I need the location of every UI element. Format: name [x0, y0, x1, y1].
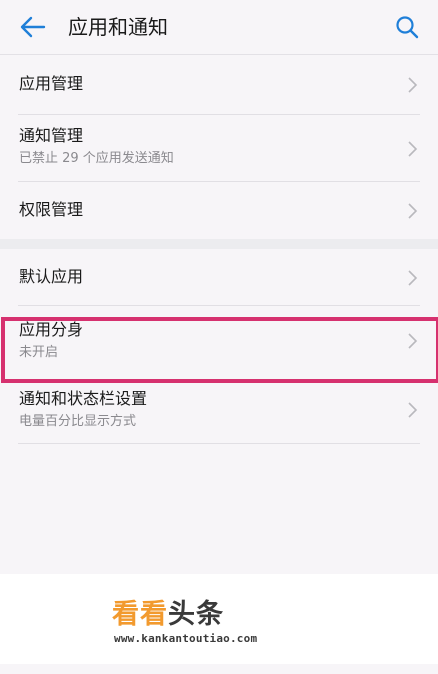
setting-default-apps[interactable]: 默认应用: [0, 249, 438, 306]
setting-notification-statusbar[interactable]: 通知和状态栏设置 电量百分比显示方式: [0, 378, 438, 444]
arrow-left-icon: [20, 16, 46, 38]
chevron-right-icon: [408, 270, 418, 286]
setting-app-twin[interactable]: 应用分身 未开启: [0, 306, 438, 378]
setting-title: 默认应用: [19, 267, 84, 286]
back-button[interactable]: [16, 10, 50, 44]
search-button[interactable]: [390, 10, 424, 44]
settings-group-2: 默认应用 应用分身 未开启 通知和状态栏设置 电量百分比显示方式: [0, 249, 438, 449]
setting-title: 应用管理: [19, 74, 84, 93]
watermark-brand-part2: 头条: [168, 599, 224, 630]
chevron-right-icon: [408, 402, 418, 418]
watermark-url: www.kankantoutiao.com: [114, 632, 258, 645]
setting-notification-management[interactable]: 通知管理 已禁止 29 个应用发送通知: [0, 115, 438, 182]
setting-title: 应用分身: [19, 320, 84, 339]
chevron-right-icon: [408, 141, 418, 157]
divider: [18, 443, 420, 444]
setting-title: 通知管理: [19, 126, 84, 145]
setting-subtitle: 已禁止 29 个应用发送通知: [19, 151, 174, 166]
chevron-right-icon: [408, 77, 418, 93]
setting-app-management[interactable]: 应用管理: [0, 55, 438, 115]
setting-permission-management[interactable]: 权限管理: [0, 182, 438, 239]
settings-group-1: 应用管理 通知管理 已禁止 29 个应用发送通知 权限管理: [0, 55, 438, 239]
watermark-brand: 看看头条: [112, 598, 224, 632]
setting-title: 通知和状态栏设置: [19, 389, 148, 408]
search-icon: [396, 16, 419, 39]
page-title: 应用和通知: [68, 15, 168, 39]
setting-subtitle: 电量百分比显示方式: [19, 414, 137, 429]
app-bar: 应用和通知: [0, 0, 438, 55]
chevron-right-icon: [408, 333, 418, 349]
chevron-right-icon: [408, 203, 418, 219]
setting-title: 权限管理: [19, 200, 84, 219]
settings-screen: 应用和通知 应用管理 通知管理 已禁止 29 个应用发送通知 权限管理 默认应用…: [0, 0, 438, 674]
watermark-brand-part1: 看看: [112, 599, 168, 630]
group-separator: [0, 239, 438, 249]
setting-subtitle: 未开启: [19, 345, 59, 360]
watermark-logo: 看看头条 www.kankantoutiao.com: [112, 598, 312, 648]
